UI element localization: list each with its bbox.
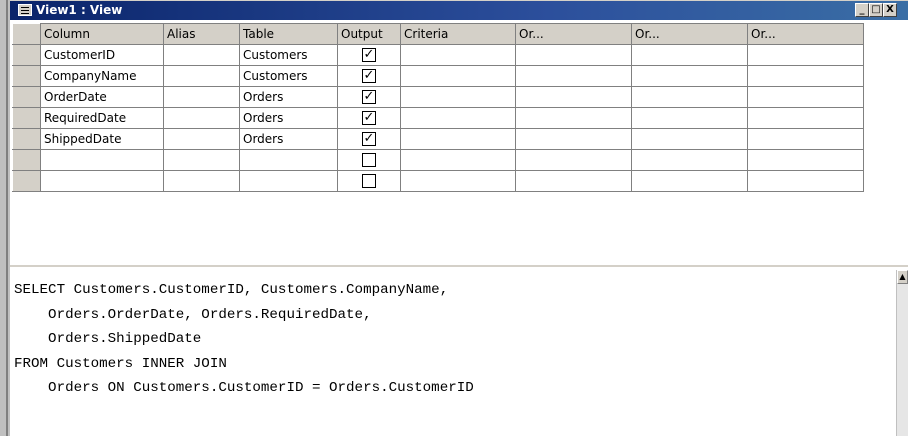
header-column[interactable]: Column	[40, 23, 164, 45]
or-cell[interactable]	[747, 86, 864, 108]
grid-row[interactable]: CompanyName Customers ✓	[12, 65, 864, 87]
table-cell[interactable]: Orders	[239, 86, 338, 108]
or-cell[interactable]	[515, 44, 632, 66]
or-cell[interactable]	[515, 128, 632, 150]
output-cell[interactable]: ✓	[337, 65, 401, 87]
or-cell[interactable]	[747, 107, 864, 129]
or-cell[interactable]	[747, 65, 864, 87]
header-or-2[interactable]: Or...	[631, 23, 748, 45]
row-selector[interactable]	[12, 107, 41, 129]
column-cell[interactable]: ShippedDate	[40, 128, 164, 150]
criteria-cell[interactable]	[400, 170, 516, 192]
alias-cell[interactable]	[163, 86, 240, 108]
or-cell[interactable]	[631, 65, 748, 87]
grid-row[interactable]: RequiredDate Orders ✓	[12, 107, 864, 129]
output-checkbox[interactable]	[362, 153, 376, 168]
or-cell[interactable]	[747, 149, 864, 171]
column-cell[interactable]: OrderDate	[40, 86, 164, 108]
sql-vertical-scrollbar[interactable]: ▲	[896, 270, 908, 436]
scroll-up-arrow-icon[interactable]: ▲	[897, 270, 908, 284]
criteria-cell[interactable]	[400, 149, 516, 171]
or-cell[interactable]	[747, 170, 864, 192]
output-checkbox-checked[interactable]: ✓	[362, 132, 376, 147]
column-cell[interactable]	[40, 170, 164, 192]
output-checkbox-checked[interactable]: ✓	[362, 90, 376, 105]
alias-cell[interactable]	[163, 170, 240, 192]
criteria-cell[interactable]	[400, 44, 516, 66]
criteria-cell[interactable]	[400, 107, 516, 129]
row-selector[interactable]	[12, 44, 41, 66]
output-checkbox-checked[interactable]: ✓	[362, 69, 376, 84]
grid-row[interactable]: CustomerID Customers ✓	[12, 44, 864, 66]
or-cell[interactable]	[515, 107, 632, 129]
criteria-cell[interactable]	[400, 128, 516, 150]
grid-row[interactable]: ShippedDate Orders ✓	[12, 128, 864, 150]
column-cell[interactable]: CustomerID	[40, 44, 164, 66]
row-selector[interactable]	[12, 65, 41, 87]
table-cell[interactable]: Customers	[239, 44, 338, 66]
column-cell[interactable]	[40, 149, 164, 171]
header-table[interactable]: Table	[239, 23, 338, 45]
output-cell[interactable]: ✓	[337, 86, 401, 108]
row-selector[interactable]	[12, 128, 41, 150]
left-border-line	[6, 0, 8, 436]
alias-cell[interactable]	[163, 128, 240, 150]
or-cell[interactable]	[515, 149, 632, 171]
header-or-1[interactable]: Or...	[515, 23, 632, 45]
grid-row[interactable]	[12, 149, 864, 171]
grid-header-row: Column Alias Table Output Criteria Or...…	[12, 23, 864, 45]
output-cell[interactable]: ✓	[337, 44, 401, 66]
or-cell[interactable]	[515, 86, 632, 108]
table-cell[interactable]	[239, 149, 338, 171]
header-or-3[interactable]: Or...	[747, 23, 864, 45]
output-cell[interactable]: ✓	[337, 107, 401, 129]
or-cell[interactable]	[631, 107, 748, 129]
alias-cell[interactable]	[163, 44, 240, 66]
output-checkbox-checked[interactable]: ✓	[362, 111, 376, 126]
alias-cell[interactable]	[163, 149, 240, 171]
minimize-button[interactable]: _	[855, 3, 869, 17]
or-cell[interactable]	[631, 128, 748, 150]
output-checkbox-checked[interactable]: ✓	[362, 48, 376, 63]
view-grid-icon	[18, 4, 32, 16]
or-cell[interactable]	[515, 65, 632, 87]
alias-cell[interactable]	[163, 107, 240, 129]
or-cell[interactable]	[631, 170, 748, 192]
output-cell[interactable]	[337, 149, 401, 171]
window-titlebar[interactable]: View1 : View _ □ X	[10, 0, 908, 20]
table-cell[interactable]: Orders	[239, 128, 338, 150]
window-title: View1 : View	[36, 3, 123, 17]
or-cell[interactable]	[631, 44, 748, 66]
or-cell[interactable]	[515, 170, 632, 192]
alias-cell[interactable]	[163, 65, 240, 87]
close-button[interactable]: X	[883, 3, 897, 17]
criteria-cell[interactable]	[400, 86, 516, 108]
header-output[interactable]: Output	[337, 23, 401, 45]
grid-row[interactable]: OrderDate Orders ✓	[12, 86, 864, 108]
column-cell[interactable]: CompanyName	[40, 65, 164, 87]
criteria-cell[interactable]	[400, 65, 516, 87]
criteria-grid: Column Alias Table Output Criteria Or...…	[12, 23, 864, 192]
left-window-edge	[0, 0, 10, 436]
or-cell[interactable]	[747, 128, 864, 150]
row-selector-header[interactable]	[12, 23, 41, 45]
restore-button[interactable]: □	[869, 3, 883, 17]
header-alias[interactable]: Alias	[163, 23, 240, 45]
column-cell[interactable]: RequiredDate	[40, 107, 164, 129]
table-cell[interactable]: Orders	[239, 107, 338, 129]
or-cell[interactable]	[631, 86, 748, 108]
output-cell[interactable]: ✓	[337, 128, 401, 150]
row-selector[interactable]	[12, 149, 41, 171]
sql-editor[interactable]: SELECT Customers.CustomerID, Customers.C…	[14, 278, 474, 401]
or-cell[interactable]	[747, 44, 864, 66]
table-cell[interactable]	[239, 170, 338, 192]
output-cell[interactable]	[337, 170, 401, 192]
table-cell[interactable]: Customers	[239, 65, 338, 87]
header-criteria[interactable]: Criteria	[400, 23, 516, 45]
row-selector[interactable]	[12, 86, 41, 108]
grid-row[interactable]	[12, 170, 864, 192]
output-checkbox[interactable]	[362, 174, 376, 189]
or-cell[interactable]	[631, 149, 748, 171]
row-selector[interactable]	[12, 170, 41, 192]
